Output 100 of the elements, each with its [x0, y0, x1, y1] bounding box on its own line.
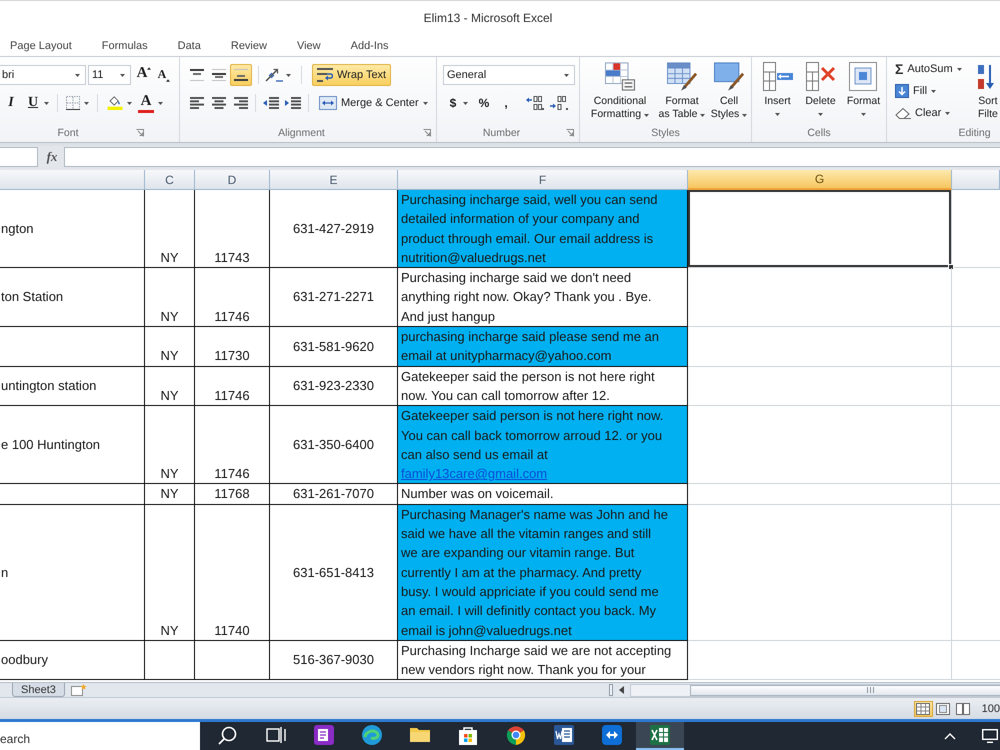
clear-button[interactable]: Clear — [895, 103, 950, 123]
format-cells-icon — [848, 62, 878, 91]
align-right-icon[interactable] — [234, 97, 248, 109]
currency-button[interactable]: $ — [447, 93, 459, 113]
split-handle-icon[interactable] — [609, 684, 613, 696]
horizontal-scrollbar[interactable] — [630, 684, 1000, 696]
search-field[interactable]: earch — [0, 722, 200, 750]
font-color-button[interactable]: A — [138, 93, 154, 113]
insert-sheet-icon[interactable] — [70, 684, 87, 696]
taskbar-button[interactable] — [636, 722, 684, 750]
caret-icon[interactable] — [127, 102, 132, 104]
scrollbar-thumb[interactable] — [690, 684, 1000, 696]
scroll-left-icon[interactable] — [619, 686, 624, 694]
decrease-decimal-icon[interactable] — [550, 96, 568, 110]
borders-icon[interactable] — [66, 96, 80, 110]
page-layout-view-button[interactable] — [934, 700, 953, 716]
insert-cells-icon — [762, 62, 792, 91]
caret-icon[interactable] — [84, 102, 89, 104]
table-cell: NY — [145, 406, 195, 484]
table-cell: n — [0, 504, 145, 641]
ribbon-tab[interactable]: Data — [174, 38, 204, 54]
selected-cell[interactable] — [688, 190, 952, 268]
chevron-up-icon[interactable] — [944, 732, 956, 740]
caret-icon[interactable] — [75, 74, 80, 76]
table-cell: NY — [145, 484, 195, 505]
table-cell: 11743 — [195, 190, 270, 268]
caret-icon — [742, 114, 748, 117]
eraser-icon — [895, 107, 911, 119]
up-caret-icon — [147, 67, 152, 70]
delete-button[interactable]: Delete — [799, 62, 842, 116]
table-cell: 631-923-2330 — [270, 366, 398, 406]
monitor-icon[interactable] — [982, 729, 998, 743]
cell-styles-button[interactable]: Cell Styles — [708, 62, 750, 121]
insert-button[interactable]: Insert — [756, 62, 799, 116]
dialog-launcher-icon[interactable] — [423, 129, 431, 137]
group-label: Styles — [650, 127, 681, 139]
normal-view-button[interactable] — [914, 700, 933, 716]
fill-down-icon — [895, 84, 909, 98]
shrink-font-button[interactable]: A — [156, 65, 172, 85]
sheet-tab[interactable]: Sheet3 — [12, 683, 65, 697]
underline-button[interactable]: U — [26, 93, 40, 113]
ribbon-tab[interactable]: Page Layout — [7, 38, 75, 54]
bottom-align-button[interactable] — [230, 64, 252, 86]
column-header[interactable]: F — [398, 170, 688, 190]
font-size-combo[interactable]: 11 — [88, 65, 131, 85]
italic-button[interactable]: I — [4, 93, 18, 113]
font-name-combo[interactable]: bri — [0, 65, 86, 85]
document-tile-icon — [554, 725, 574, 745]
conditional-formatting-icon — [605, 62, 635, 91]
table-cell: e 100 Huntington — [0, 406, 145, 484]
page-break-icon — [956, 702, 970, 714]
percent-button[interactable]: % — [478, 93, 490, 113]
table-cell: 11746 — [195, 406, 270, 484]
caret-icon — [818, 113, 823, 116]
align-left-icon[interactable] — [190, 97, 204, 109]
column-header[interactable]: G — [688, 170, 952, 190]
format-as-table-button[interactable]: Format as Table — [656, 62, 708, 121]
page-break-view-button[interactable] — [954, 700, 973, 716]
number-format-combo[interactable]: General — [443, 65, 575, 85]
ribbon-tab[interactable]: Review — [228, 38, 270, 54]
caret-icon[interactable] — [120, 74, 125, 76]
conditional-formatting-button[interactable]: Conditional Formatting — [584, 62, 656, 121]
dialog-launcher-icon[interactable] — [136, 129, 144, 137]
decrease-indent-icon[interactable] — [263, 97, 279, 109]
shopping-bag-icon — [458, 725, 478, 745]
merge-center-button[interactable]: Merge & Center — [316, 92, 431, 114]
delete-cells-icon — [806, 62, 836, 91]
caret-icon — [775, 113, 780, 116]
fill-button[interactable]: Fill — [895, 81, 936, 101]
dialog-launcher-icon[interactable] — [566, 129, 574, 137]
table-brush-icon — [667, 62, 697, 91]
caret-icon[interactable] — [463, 102, 468, 104]
ribbon-tab[interactable]: Formulas — [98, 38, 151, 54]
caret-icon[interactable] — [564, 74, 569, 76]
table-cell: 11746 — [195, 366, 270, 406]
caret-icon[interactable] — [44, 102, 49, 104]
caret-icon — [644, 114, 650, 117]
increase-indent-icon[interactable] — [285, 97, 301, 109]
align-center-icon[interactable] — [212, 97, 226, 109]
format-button[interactable]: Format — [842, 62, 885, 116]
spreadsheet-tile-icon — [650, 725, 670, 745]
ribbon-tab[interactable]: Add-Ins — [348, 38, 392, 54]
caret-icon[interactable] — [158, 102, 163, 104]
fill-handle[interactable] — [948, 264, 954, 270]
wrap-text-button[interactable]: Wrap Text — [312, 64, 392, 86]
column-header[interactable]: C — [145, 170, 195, 190]
caret-icon — [956, 68, 962, 70]
column-header[interactable]: E — [270, 170, 398, 190]
caret-icon[interactable] — [286, 74, 291, 76]
grow-font-button[interactable]: A — [135, 65, 153, 85]
ribbon-tab[interactable]: View — [294, 38, 324, 54]
sort-filter-button[interactable]: Sort Filte — [973, 59, 1000, 124]
column-header[interactable]: D — [195, 170, 270, 190]
comma-style-button[interactable]: , — [500, 93, 512, 113]
fill-color-icon[interactable] — [106, 96, 124, 110]
increase-decimal-icon[interactable] — [526, 96, 544, 110]
insert-function-button[interactable]: fx — [40, 147, 64, 167]
orientation-icon[interactable] — [265, 68, 283, 82]
top-align-icon — [190, 69, 204, 81]
autosum-button[interactable]: Σ AutoSum — [895, 59, 962, 79]
